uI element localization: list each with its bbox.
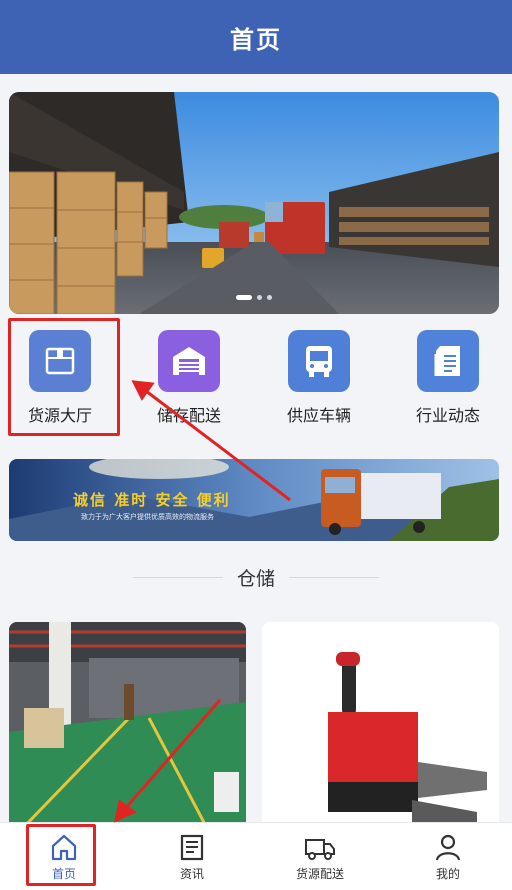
- section-title: 仓储: [236, 567, 275, 590]
- warehouse-yard-photo: [9, 92, 499, 314]
- tab-label: 货源配送: [295, 866, 344, 881]
- category-label: 行业动态: [415, 406, 480, 425]
- tab-label: 资讯: [179, 866, 204, 881]
- news-doc-icon: [417, 330, 479, 392]
- truck-icon: [305, 838, 335, 860]
- category-storage-delivery[interactable]: 储存配送: [129, 330, 249, 430]
- tab-news[interactable]: 资讯: [128, 823, 256, 890]
- pallet-truck-photo: [262, 622, 499, 832]
- bus-icon: [288, 330, 350, 392]
- carousel-indicator[interactable]: [9, 295, 499, 300]
- divider: [289, 576, 379, 578]
- promo-banner[interactable]: 诚信 准时 安全 便利 致力于为广大客户提供优质高效的物流服务: [9, 459, 499, 541]
- carousel-dot[interactable]: [257, 295, 262, 300]
- category-label: 储存配送: [156, 406, 221, 425]
- page-title: 首页: [230, 25, 282, 54]
- category-supply-vehicles[interactable]: 供应车辆: [259, 330, 379, 430]
- promo-slogan: 诚信 准时 安全 便利: [73, 491, 231, 509]
- highlight-box-home-tab: [26, 824, 96, 886]
- tab-label: 我的: [435, 866, 460, 881]
- storage-card-warehouse[interactable]: [9, 622, 246, 832]
- home-screen: 首页 货源大厅 储存配送 供应车辆 行业动态 诚信 准时 安全 便利 致力于为广…: [0, 0, 512, 890]
- carousel-dot-active[interactable]: [236, 295, 252, 300]
- storage-card-pallet-truck[interactable]: [262, 622, 499, 832]
- tab-profile[interactable]: 我的: [384, 823, 512, 890]
- highlight-box-cargo-hall: [8, 318, 120, 436]
- warehouse-icon: [158, 330, 220, 392]
- carousel-dot[interactable]: [267, 295, 272, 300]
- category-label: 供应车辆: [286, 406, 351, 425]
- promo-subtitle: 致力于为广大客户提供优质高效的物流服务: [81, 513, 214, 521]
- news-icon: [180, 834, 204, 860]
- divider: [132, 576, 223, 578]
- category-industry-news[interactable]: 行业动态: [388, 330, 508, 430]
- section-header: 仓储: [0, 560, 512, 594]
- title-bar: 首页: [0, 0, 512, 74]
- user-icon: [435, 834, 461, 860]
- hero-carousel[interactable]: [9, 92, 499, 314]
- tab-cargo-delivery[interactable]: 货源配送: [256, 823, 384, 890]
- warehouse-interior-photo: [9, 622, 246, 832]
